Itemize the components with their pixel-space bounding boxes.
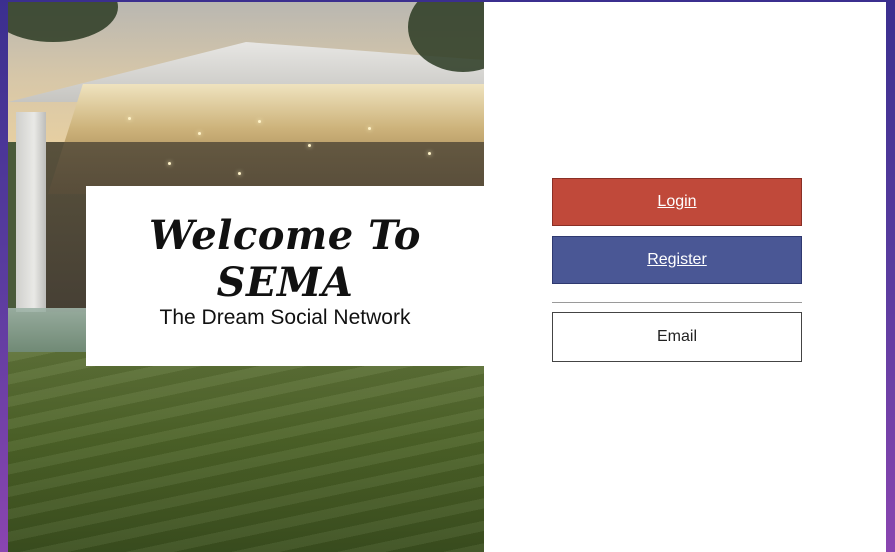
hero-lawn (8, 352, 484, 552)
hero-ceiling-light (238, 172, 241, 175)
hero-ceiling-light (428, 152, 431, 155)
login-button[interactable]: Login (552, 178, 802, 226)
hero-ceiling-light (368, 127, 371, 130)
hero-image: Welcome To SEMA The Dream Social Network (8, 2, 484, 552)
register-button[interactable]: Register (552, 236, 802, 284)
welcome-title: Welcome To SEMA (149, 212, 421, 306)
hero-building-pillar (16, 112, 46, 312)
app-frame: Welcome To SEMA The Dream Social Network… (0, 0, 895, 552)
welcome-card: Welcome To SEMA The Dream Social Network (86, 186, 484, 366)
divider (552, 302, 802, 303)
hero-ceiling-light (168, 162, 171, 165)
welcome-subtitle: The Dream Social Network (159, 306, 411, 329)
hero-ceiling-light (308, 144, 311, 147)
hero-ceiling-light (258, 120, 261, 123)
hero-ceiling-light (128, 117, 131, 120)
hero-ceiling-light (198, 132, 201, 135)
email-button[interactable]: Email (552, 312, 802, 362)
